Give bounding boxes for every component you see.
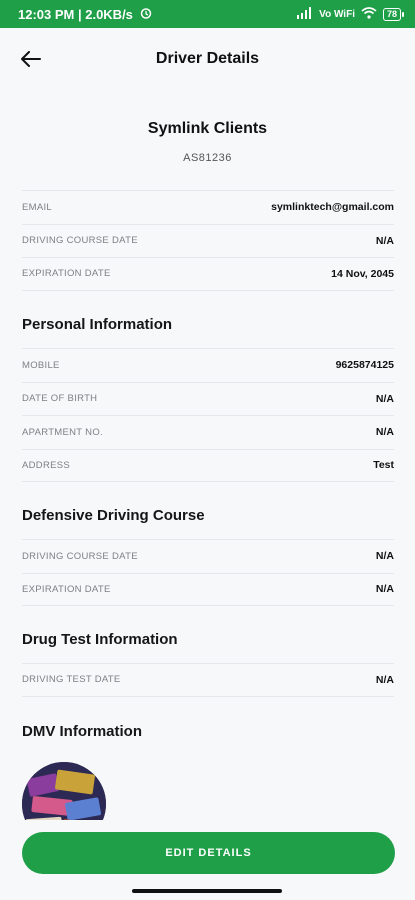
section-title-personal: Personal Information bbox=[22, 316, 173, 333]
detail-value: 9625874125 bbox=[335, 359, 394, 372]
driver-code: AS81236 bbox=[183, 152, 232, 164]
detail-row-date-of-birth: DATE OF BIRTH N/A bbox=[22, 381, 394, 416]
home-indicator bbox=[132, 889, 282, 893]
back-arrow-icon[interactable] bbox=[18, 46, 44, 72]
detail-label: EXPIRATION DATE bbox=[22, 268, 111, 280]
detail-row-apartment-no: APARTMENT NO. N/A bbox=[22, 415, 394, 449]
contact-details: EMAIL symlinktech@gmail.com DRIVING COUR… bbox=[22, 190, 394, 291]
detail-label: MOBILE bbox=[22, 359, 60, 371]
battery-icon: 78 bbox=[382, 7, 405, 21]
detail-label: EXPIRATION DATE bbox=[22, 583, 111, 595]
drug-test-details: DRIVING TEST DATE N/A bbox=[22, 663, 394, 697]
section-title-drug-test: Drug Test Information bbox=[22, 631, 178, 648]
detail-value: N/A bbox=[375, 550, 394, 563]
alarm-icon bbox=[139, 6, 153, 23]
detail-label: DRIVING COURSE DATE bbox=[22, 235, 138, 247]
detail-value: N/A bbox=[375, 583, 394, 596]
detail-row-driving-course-date: DRIVING COURSE DATE N/A bbox=[22, 539, 394, 573]
detail-value: N/A bbox=[375, 392, 394, 405]
detail-value: symlinktech@gmail.com bbox=[271, 201, 394, 214]
edit-details-button[interactable]: EDIT DETAILS bbox=[22, 832, 395, 874]
detail-value: N/A bbox=[375, 234, 394, 247]
detail-value: 14 Nov, 2045 bbox=[331, 267, 394, 280]
section-title-dmv: DMV Information bbox=[22, 723, 142, 740]
detail-label: DRIVING TEST DATE bbox=[22, 674, 121, 686]
driver-name: Symlink Clients bbox=[147, 120, 268, 137]
detail-row-address: ADDRESS Test bbox=[22, 448, 394, 482]
detail-label: ADDRESS bbox=[22, 459, 71, 471]
defensive-details: DRIVING COURSE DATE N/A EXPIRATION DATE … bbox=[22, 539, 394, 606]
detail-row-expiration-date: EXPIRATION DATE 14 Nov, 2045 bbox=[22, 257, 394, 291]
detail-label: DATE OF BIRTH bbox=[22, 393, 98, 405]
status-time-speed: 12:03 PM | 2.0KB/s bbox=[18, 6, 133, 22]
cell-signal-icon bbox=[297, 6, 313, 22]
detail-row-driving-test-date: DRIVING TEST DATE N/A bbox=[22, 663, 394, 697]
detail-row-email: EMAIL symlinktech@gmail.com bbox=[22, 190, 394, 224]
status-bar: 12:03 PM | 2.0KB/s Vo WiFi 78 bbox=[0, 0, 415, 28]
detail-label: APARTMENT NO. bbox=[22, 426, 103, 438]
detail-value: Test bbox=[373, 459, 394, 472]
detail-row-expiration-date: EXPIRATION DATE N/A bbox=[22, 572, 394, 606]
detail-value: N/A bbox=[375, 673, 394, 686]
page-title: Driver Details bbox=[155, 50, 260, 67]
detail-label: EMAIL bbox=[22, 201, 53, 213]
detail-label: DRIVING COURSE DATE bbox=[22, 550, 138, 562]
personal-details: MOBILE 9625874125 DATE OF BIRTH N/A APAR… bbox=[22, 348, 394, 482]
section-title-defensive: Defensive Driving Course bbox=[22, 507, 205, 524]
profile-header: Symlink Clients AS81236 bbox=[0, 120, 415, 164]
detail-row-driving-course-date: DRIVING COURSE DATE N/A bbox=[22, 223, 394, 258]
wifi-icon bbox=[361, 6, 377, 22]
detail-row-mobile: MOBILE 9625874125 bbox=[22, 348, 394, 382]
app-bar: Driver Details bbox=[0, 28, 415, 90]
detail-value: N/A bbox=[375, 426, 394, 439]
vowifi-label: Vo WiFi bbox=[319, 8, 355, 20]
